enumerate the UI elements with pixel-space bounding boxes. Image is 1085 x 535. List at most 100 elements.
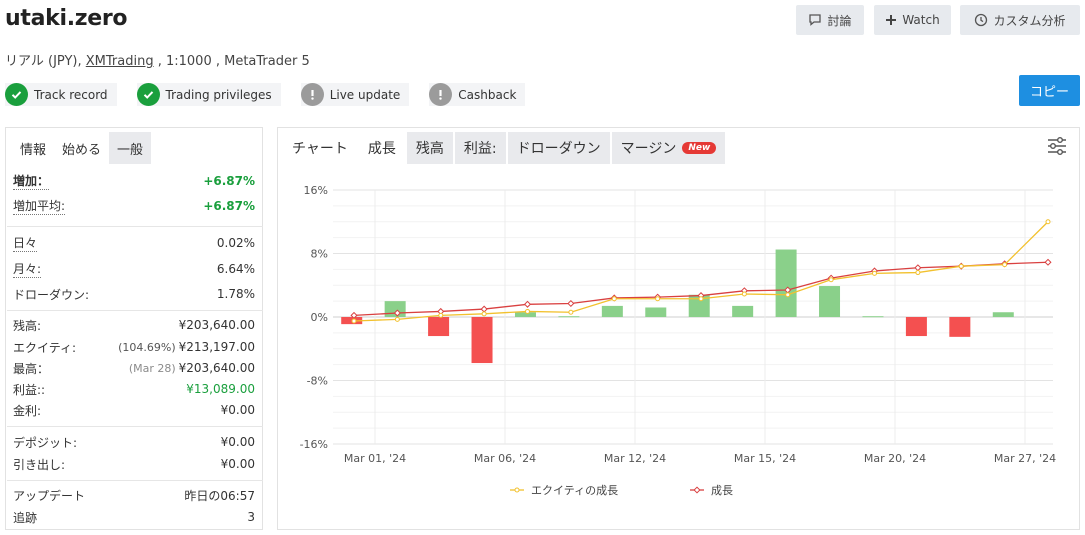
- stat-deposits: デポジット: ¥0.00: [13, 432, 255, 452]
- stat-label: エクイティ:: [13, 340, 77, 355]
- stat-value: ¥0.00: [220, 403, 255, 417]
- clock-icon: [975, 13, 988, 27]
- stat-value: 1.78%: [216, 287, 255, 301]
- divider: [7, 480, 263, 481]
- custom-analysis-label: カスタム分析: [993, 13, 1066, 28]
- stat-label: 増加：: [13, 174, 50, 190]
- check-circle-icon: [5, 83, 28, 106]
- stat-label: 月々:: [13, 262, 42, 278]
- highest-date: (Mar 28): [128, 362, 176, 375]
- stat-label: 残高:: [13, 318, 42, 333]
- stat-label: 追跡: [13, 510, 38, 525]
- series-point: [655, 296, 661, 302]
- stat-label: 金利:: [13, 403, 42, 418]
- copy-button[interactable]: コピー: [1019, 75, 1080, 106]
- stat-label: デポジット:: [13, 435, 78, 450]
- series-point: [698, 296, 704, 302]
- badge-live-update[interactable]: Live update: [300, 83, 410, 106]
- divider: [7, 226, 263, 227]
- exclamation-circle-icon: [300, 83, 324, 106]
- stat-highest: 最高： (Mar 28) ¥203,640.00: [13, 358, 255, 378]
- series-point: [525, 308, 530, 314]
- discuss-label: 討論: [827, 13, 852, 28]
- series-point: [351, 318, 357, 324]
- stats-panel: 情報 始める 一般 増加： +6.87% 増加平均: +6.87% 日々 0.02% …: [5, 127, 263, 530]
- discuss-button[interactable]: 討論: [796, 5, 864, 35]
- stat-value: ¥203,640.00: [178, 361, 255, 375]
- stat-value: 6.64%: [216, 262, 255, 276]
- equity-percent: (104.69%): [118, 341, 176, 354]
- chart-bar: [558, 316, 580, 318]
- tab-drawdown[interactable]: ドローダウン: [507, 132, 610, 164]
- series-point: [1002, 262, 1008, 268]
- tab-chart[interactable]: チャート: [283, 132, 357, 164]
- divider: [7, 310, 263, 311]
- stat-label: 引き出し:: [13, 457, 66, 472]
- chart-bar: [428, 317, 450, 337]
- tab-getting-started[interactable]: 始める: [54, 132, 110, 164]
- broker-link[interactable]: XMTrading: [86, 54, 154, 69]
- account-title: utaki.zero: [5, 6, 128, 31]
- badge-label: Cashback: [458, 87, 517, 102]
- legend-label: エクイティの成長: [531, 484, 618, 497]
- stat-value: 3: [247, 510, 255, 524]
- series-point: [785, 292, 791, 298]
- legend-marker: [693, 486, 701, 494]
- stat-label: ドローダウン:: [13, 287, 90, 302]
- x-tick-label: Mar 06, '24: [474, 452, 536, 465]
- tab-margin[interactable]: マージン New: [611, 132, 726, 164]
- chart-bar: [775, 249, 797, 317]
- tab-growth[interactable]: 成長: [358, 132, 405, 164]
- series-point: [1044, 258, 1052, 266]
- legend-marker: [514, 487, 520, 493]
- tab-profit[interactable]: 利益:: [454, 132, 506, 164]
- tab-balance[interactable]: 残高: [406, 132, 453, 164]
- custom-analysis-button[interactable]: カスタム分析: [960, 5, 1080, 35]
- badge-cashback[interactable]: Cashback: [429, 83, 526, 106]
- chart-bar: [819, 286, 841, 317]
- plus-icon: [886, 15, 897, 25]
- series-point: [481, 311, 487, 317]
- chart-panel: チャート 成長 残高 利益: ドローダウン マージン New 16% 8% 0% -8%…: [277, 127, 1080, 530]
- series-point: [958, 263, 964, 269]
- badge-trading-privileges[interactable]: Trading privileges: [136, 83, 281, 106]
- stat-daily: 日々 0.02%: [13, 233, 255, 253]
- badge-track-record[interactable]: Track record: [5, 83, 117, 106]
- stat-withdrawals: 引き出し: ¥0.00: [13, 454, 255, 474]
- watch-button[interactable]: Watch: [874, 5, 951, 35]
- stat-value: ¥0.00: [220, 435, 255, 449]
- stat-value: 0.02%: [216, 236, 255, 250]
- stat-label: 最高：: [13, 361, 50, 376]
- y-tick-label: 0%: [311, 311, 328, 324]
- series-point: [1045, 219, 1051, 225]
- growth-chart: 16%8%0%-8%-16% Mar 01, '24 Mar 06, '24 Mar…: [300, 184, 1057, 497]
- stat-tracking: 追跡 3: [13, 507, 255, 527]
- stat-label: 利益::: [13, 382, 46, 397]
- chart-settings-icon[interactable]: [1046, 135, 1068, 160]
- stats-tabs: 情報 始める 一般: [12, 132, 152, 164]
- stat-drawdown: ドローダウン: 1.78%: [13, 284, 255, 304]
- account-details: , 1:1000 , MetaTrader 5: [153, 54, 310, 69]
- y-tick-label: -8%: [307, 375, 328, 388]
- badge-list: Track record Trading privileges Live upd…: [5, 83, 526, 106]
- y-tick-label: 16%: [304, 184, 328, 197]
- tab-info[interactable]: 情報: [12, 132, 54, 164]
- x-tick-label: Mar 27, '24: [994, 452, 1056, 465]
- chart-bar: [514, 312, 536, 317]
- stat-equity: エクイティ: (104.69%) ¥213,197.00: [13, 337, 255, 357]
- chart-bar: [645, 307, 667, 317]
- y-tick-label: 8%: [311, 248, 328, 261]
- new-badge: New: [682, 142, 717, 154]
- stat-value: +6.87%: [203, 174, 255, 188]
- stat-value: +6.87%: [203, 199, 255, 213]
- tab-general[interactable]: 一般: [109, 132, 152, 164]
- chart-legend: エクイティの成長 成長: [510, 484, 733, 497]
- comment-icon: [809, 14, 822, 26]
- badge-label: Track record: [34, 87, 108, 102]
- series-point: [480, 305, 488, 313]
- stat-label: アップデート: [13, 488, 86, 503]
- chart-bar: [949, 317, 971, 337]
- x-tick-label: Mar 15, '24: [734, 452, 796, 465]
- exclamation-circle-icon: [429, 83, 453, 106]
- tab-margin-label: マージン: [620, 141, 677, 157]
